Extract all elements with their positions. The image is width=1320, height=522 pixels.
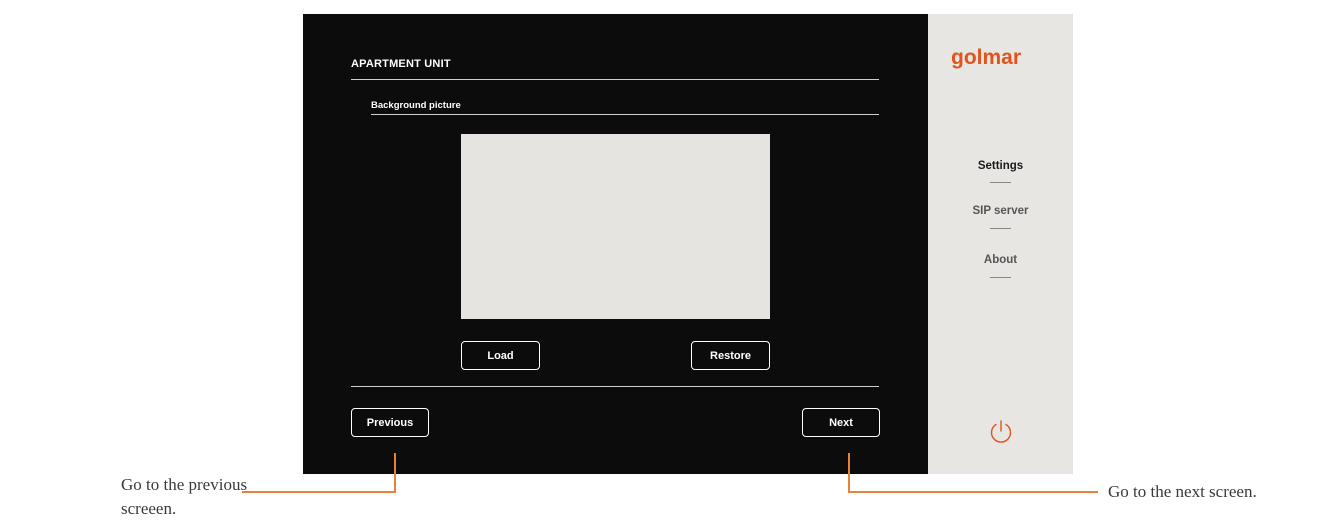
next-leader-line-horizontal — [848, 491, 1098, 493]
background-picture-preview — [461, 134, 770, 319]
restore-button[interactable]: Restore — [691, 341, 770, 370]
previous-callout-line2: screeen. — [121, 499, 177, 518]
previous-leader-line-horizontal — [242, 491, 396, 493]
next-callout: Go to the next screen. — [1108, 482, 1257, 501]
sidebar: golmar Settings SIP server About — [928, 14, 1073, 474]
sidebar-item-settings[interactable]: Settings — [928, 160, 1073, 172]
previous-button[interactable]: Previous — [351, 408, 429, 437]
nav-divider — [990, 277, 1011, 278]
section-divider — [371, 114, 879, 115]
load-button[interactable]: Load — [461, 341, 540, 370]
golmar-logo: golmar — [951, 46, 1021, 69]
previous-callout: Go to the previous screeen. — [121, 473, 247, 521]
footer-divider — [351, 386, 879, 387]
sidebar-item-about[interactable]: About — [928, 254, 1073, 266]
device-screen: APARTMENT UNIT Background picture Load R… — [303, 14, 928, 474]
nav-divider — [990, 228, 1011, 229]
next-leader-line-vertical — [848, 453, 850, 493]
next-button[interactable]: Next — [802, 408, 880, 437]
page-title: APARTMENT UNIT — [351, 58, 451, 70]
nav-divider — [990, 182, 1011, 183]
previous-leader-line-vertical — [394, 453, 396, 493]
previous-callout-line1: Go to the previous — [121, 475, 248, 494]
sidebar-item-sip-server[interactable]: SIP server — [928, 205, 1073, 217]
logo-text: golmar — [951, 46, 1021, 69]
title-divider — [351, 79, 879, 80]
power-icon[interactable] — [987, 418, 1015, 446]
section-title: Background picture — [371, 100, 461, 111]
